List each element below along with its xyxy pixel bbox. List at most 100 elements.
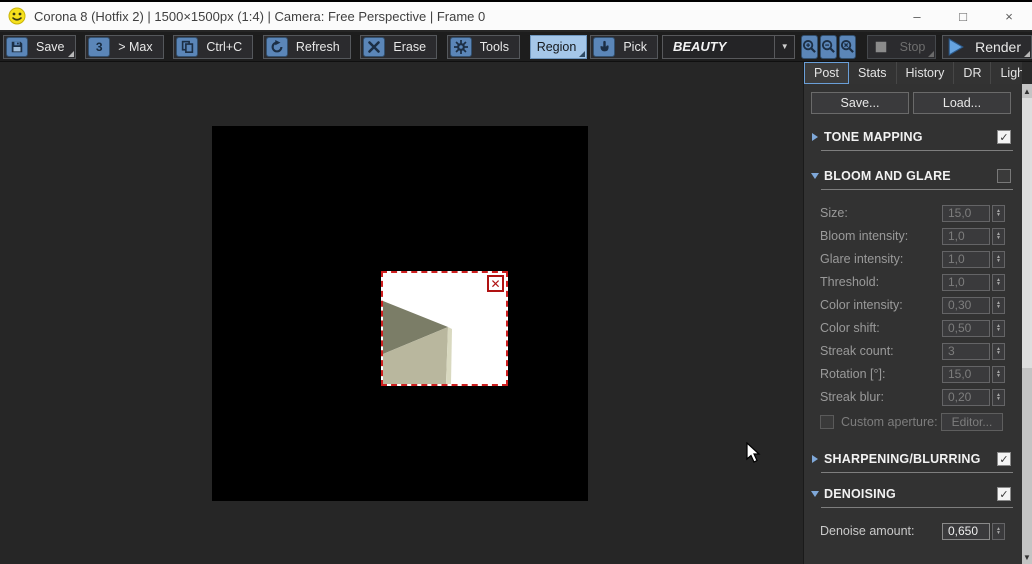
region-button[interactable]: Region	[529, 34, 588, 59]
tabbar-filler	[1022, 62, 1032, 84]
section-tone-mapping[interactable]: TONE MAPPING ✓	[804, 129, 1023, 145]
post-load-button[interactable]: Load...	[913, 92, 1011, 114]
dropdown-fold	[67, 50, 74, 57]
section-bloom-glare[interactable]: BLOOM AND GLARE	[804, 168, 1023, 184]
erase-button[interactable]: Erase	[360, 34, 438, 59]
color-shift-input[interactable]: 0,50	[942, 319, 990, 337]
copy-icon	[176, 36, 199, 57]
zoom-in-icon	[802, 39, 816, 53]
field-custom-aperture: Custom aperture: Editor...	[804, 413, 1023, 431]
divider	[821, 189, 1013, 190]
tab-history[interactable]: History	[896, 62, 955, 84]
maximize-button[interactable]: □	[940, 2, 986, 30]
spinner-control[interactable]: ▲ ▼	[992, 319, 1005, 337]
tools-button[interactable]: Tools	[446, 34, 520, 59]
field-size: Size: 15,0 ▲ ▼	[804, 204, 1023, 222]
tab-post[interactable]: Post	[804, 62, 850, 84]
rotation-input[interactable]: 15,0	[942, 365, 990, 383]
scroll-up-arrow-icon[interactable]: ▲	[1022, 84, 1032, 98]
x-erase-icon	[363, 36, 386, 57]
collapsed-arrow-icon	[812, 455, 818, 463]
divider	[821, 150, 1013, 151]
field-color-intensity: Color intensity: 0,30 ▲ ▼	[804, 296, 1023, 314]
copy-button[interactable]: Ctrl+C	[173, 34, 254, 59]
tab-dr[interactable]: DR	[954, 62, 992, 84]
spinner-control[interactable]: ▲ ▼	[992, 342, 1005, 360]
scroll-down-arrow-icon[interactable]: ▼	[1022, 550, 1032, 564]
denoising-checkbox[interactable]: ✓	[997, 487, 1011, 501]
zoom-reset-button[interactable]	[838, 34, 856, 59]
refresh-icon	[265, 36, 288, 57]
custom-aperture-checkbox[interactable]	[820, 415, 834, 429]
panel-tab-bar: Post Stats History DR LightMix	[804, 62, 1032, 84]
expanded-arrow-icon	[811, 173, 819, 179]
streak-count-input[interactable]: 3	[942, 342, 990, 360]
render-viewport[interactable]: ✕	[0, 62, 803, 564]
size-input[interactable]: 15,0	[942, 204, 990, 222]
section-sharpening[interactable]: SHARPENING/BLURRING ✓	[804, 451, 1023, 467]
spinner-control[interactable]: ▲ ▼	[992, 273, 1005, 291]
field-streak-count: Streak count: 3 ▲ ▼	[804, 342, 1023, 360]
collapsed-arrow-icon	[812, 133, 818, 141]
zoom-out-button[interactable]	[819, 34, 837, 59]
send-to-max-button[interactable]: 3 > Max	[85, 34, 164, 59]
divider	[821, 507, 1013, 508]
spinner-control[interactable]: ▲ ▼	[992, 365, 1005, 383]
field-streak-blur: Streak blur: 0,20 ▲ ▼	[804, 388, 1023, 406]
field-glare-intensity: Glare intensity: 1,0 ▲ ▼	[804, 250, 1023, 268]
spinner-control[interactable]: ▲ ▼	[992, 388, 1005, 406]
chevron-down-icon: ▼	[774, 35, 794, 58]
field-bloom-intensity: Bloom intensity: 1,0 ▲ ▼	[804, 227, 1023, 245]
glare-intensity-input[interactable]: 1,0	[942, 250, 990, 268]
spinner-control[interactable]: ▲ ▼	[992, 250, 1005, 268]
bloom-intensity-input[interactable]: 1,0	[942, 227, 990, 245]
minimize-button[interactable]: –	[894, 2, 940, 30]
bloom-glare-checkbox[interactable]	[997, 169, 1011, 183]
zoom-reset-icon	[840, 39, 854, 53]
close-button[interactable]: ×	[986, 2, 1032, 30]
gear-icon	[449, 36, 472, 57]
stop-button: Stop	[866, 34, 937, 59]
tab-stats[interactable]: Stats	[849, 62, 897, 84]
post-save-button[interactable]: Save...	[811, 92, 909, 114]
play-render-icon	[945, 37, 967, 57]
scrollbar-thumb[interactable]	[1022, 98, 1032, 368]
spinner-control[interactable]: ▲ ▼	[992, 227, 1005, 245]
window-title: Corona 8 (Hotfix 2) | 1500×1500px (1:4) …	[34, 8, 486, 24]
field-threshold: Threshold: 1,0 ▲ ▼	[804, 273, 1023, 291]
dropdown-fold	[928, 50, 935, 57]
corona-frame-buffer-window: Corona 8 (Hotfix 2) | 1500×1500px (1:4) …	[0, 0, 1032, 564]
aperture-editor-button: Editor...	[941, 413, 1003, 431]
panel-scrollbar[interactable]: ▲ ▼	[1022, 84, 1032, 564]
field-color-shift: Color shift: 0,50 ▲ ▼	[804, 319, 1023, 337]
spinner-control[interactable]: ▲ ▼	[992, 296, 1005, 314]
tone-mapping-checkbox[interactable]: ✓	[997, 130, 1011, 144]
title-bar: Corona 8 (Hotfix 2) | 1500×1500px (1:4) …	[0, 0, 1032, 30]
section-denoising[interactable]: DENOISING ✓	[804, 486, 1023, 502]
streak-blur-input[interactable]: 0,20	[942, 388, 990, 406]
render-region-rectangle[interactable]: ✕	[381, 271, 508, 386]
denoise-amount-input[interactable]: 0,650	[942, 522, 990, 540]
zoom-out-icon	[821, 39, 835, 53]
divider	[821, 472, 1013, 473]
rendered-image[interactable]: ✕	[212, 126, 588, 501]
expanded-arrow-icon	[811, 491, 819, 497]
zoom-in-button[interactable]	[800, 34, 818, 59]
save-button[interactable]: Save	[3, 34, 76, 59]
spinner-control[interactable]: ▲ ▼	[992, 522, 1005, 540]
render-element-select[interactable]: BEAUTY ▼	[661, 34, 796, 59]
toolbar: Save 3 > Max Ctrl+C Refresh Erase Tools …	[0, 32, 1032, 62]
region-close-button[interactable]: ✕	[487, 275, 504, 292]
sharpening-checkbox[interactable]: ✓	[997, 452, 1011, 466]
3dsmax-icon: 3	[88, 36, 111, 57]
pick-button[interactable]: Pick	[590, 34, 658, 59]
mouse-cursor	[746, 442, 761, 463]
floppy-disk-icon	[6, 36, 28, 57]
spinner-control[interactable]: ▲ ▼	[992, 204, 1005, 222]
color-intensity-input[interactable]: 0,30	[942, 296, 990, 314]
threshold-input[interactable]: 1,0	[942, 273, 990, 291]
dropdown-fold	[1024, 50, 1030, 57]
render-button[interactable]: Render	[942, 34, 1032, 59]
corona-smiley-icon	[8, 7, 26, 25]
refresh-button[interactable]: Refresh	[262, 34, 351, 59]
